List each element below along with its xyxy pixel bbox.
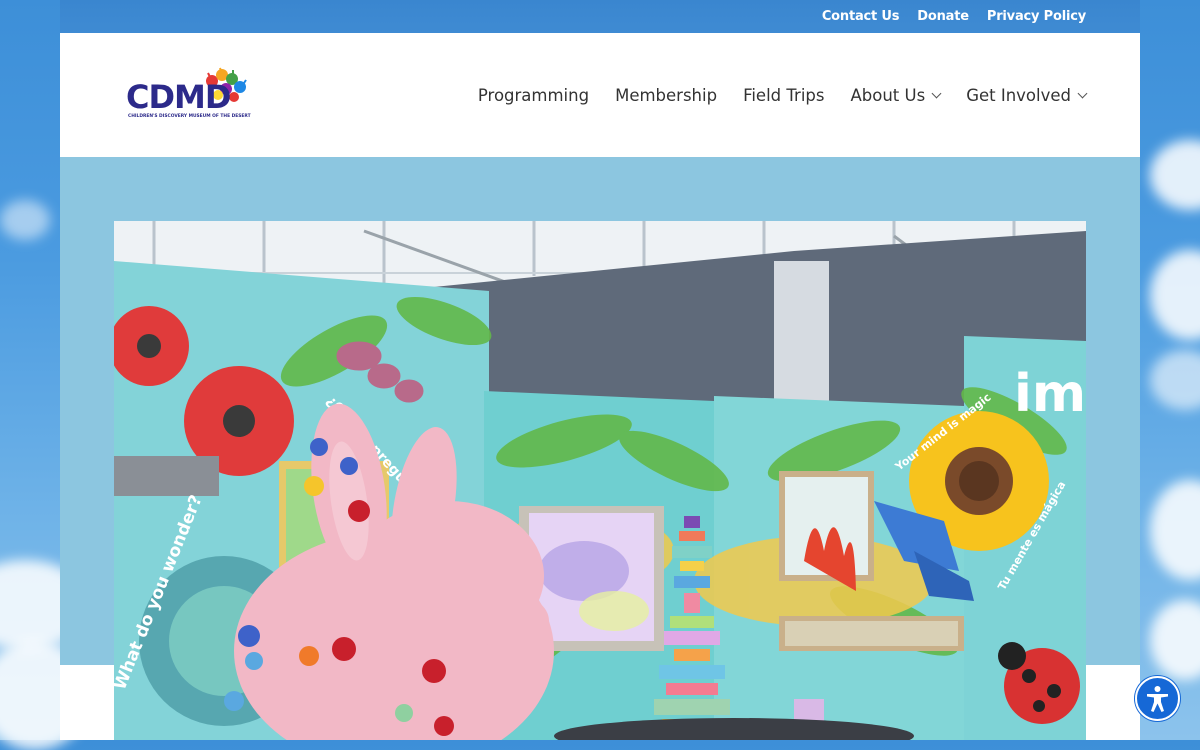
top-bar: Contact Us Donate Privacy Policy [60,0,1140,33]
page: Contact Us Donate Privacy Policy CDMD CH… [60,0,1140,740]
logo-text: CDMD [126,78,231,116]
cloud [1150,140,1200,210]
cloud [1150,480,1200,580]
main-nav: Programming Membership Field Trips About… [478,33,1088,157]
nav-programming[interactable]: Programming [478,86,589,105]
logo-subtitle: CHILDREN'S DISCOVERY MUSEUM OF THE DESER… [128,114,251,119]
nav-label: Membership [615,85,718,105]
contact-us-link[interactable]: Contact Us [822,9,900,24]
nav-label: About Us [850,85,926,105]
accessibility-button[interactable] [1135,676,1180,721]
privacy-policy-link[interactable]: Privacy Policy [987,9,1086,24]
mural-text: im [1014,364,1086,424]
nav-field-trips[interactable]: Field Trips [743,86,824,105]
cloud [1150,250,1200,340]
exhibit-photo: im What do you wonder? ¿Que te pregunta?… [114,221,1086,740]
chevron-down-icon [1077,88,1088,98]
accessibility-icon [1147,686,1168,712]
cloud [1150,350,1200,410]
logo[interactable]: CDMD CHILDREN'S DISCOVERY MUSEUM OF THE … [126,67,258,123]
nav-membership[interactable]: Membership [615,86,717,105]
cloud [1150,600,1200,680]
nav-label: Get Involved [966,85,1071,105]
top-links: Contact Us Donate Privacy Policy [822,0,1086,33]
chevron-down-icon [931,88,942,98]
nav-get-involved[interactable]: Get Involved [966,85,1088,105]
nav-about-us[interactable]: About Us [850,85,942,105]
cloud [0,200,50,240]
donate-link[interactable]: Donate [917,9,969,24]
hero-image: im What do you wonder? ¿Que te pregunta?… [114,221,1086,740]
nav-label: Programming [477,85,590,105]
nav-label: Field Trips [743,85,825,105]
